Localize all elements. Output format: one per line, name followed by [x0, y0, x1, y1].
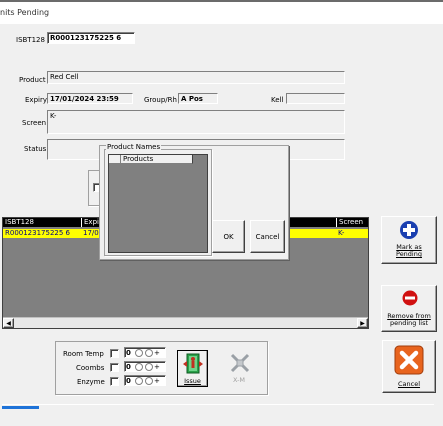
mark-pending-label-line2: Pending: [396, 250, 422, 258]
remove-pending-label: Remove from pending list: [382, 313, 436, 327]
coombs-spinner[interactable]: 0 +: [124, 361, 166, 372]
grid-cell-screen: K-: [338, 229, 345, 237]
group-field: A Pos: [178, 93, 218, 104]
isbt-label: ISBT128: [16, 36, 45, 44]
bottom-separator: [2, 404, 434, 405]
expiry-label: Expiry: [25, 96, 47, 104]
mark-as-pending-button[interactable]: Mark as Pending: [381, 216, 437, 264]
list-corner-cell: [109, 155, 121, 164]
issue-label: Issue: [184, 377, 201, 385]
enzyme-radio-1[interactable]: [135, 376, 143, 385]
product-names-list[interactable]: Products: [108, 154, 208, 253]
cancel-button[interactable]: Cancel: [382, 340, 436, 393]
coombs-label: Coombs: [76, 364, 105, 372]
kell-field: [286, 93, 345, 104]
horizontal-scrollbar[interactable]: ◀ ▶: [3, 317, 368, 328]
enzyme-checkbox[interactable]: [110, 377, 119, 386]
cancel-x-icon: [394, 345, 424, 375]
progress-bar: [2, 406, 39, 409]
dialog-cancel-button[interactable]: Cancel: [250, 220, 285, 253]
room-temp-label: Room Temp: [63, 350, 104, 358]
scroll-left-arrow-icon[interactable]: ◀: [3, 318, 14, 328]
product-label: Product: [19, 76, 46, 84]
status-label: Status: [24, 145, 47, 153]
screen-label: Screen: [22, 119, 47, 127]
expiry-field: 17/01/2024 23:59: [47, 93, 133, 104]
scroll-right-arrow-icon[interactable]: ▶: [357, 318, 368, 328]
test-options-group: Room Temp 0 + Coombs 0 + Enzyme 0 + Issu…: [55, 341, 268, 395]
issue-button[interactable]: Issue: [177, 350, 208, 387]
xm-label: X-M: [232, 376, 246, 384]
enzyme-radio-2[interactable]: [145, 376, 153, 385]
list-header-products[interactable]: Products: [121, 155, 193, 164]
room-temp-radio-2[interactable]: [145, 348, 153, 357]
coombs-plus-icon[interactable]: +: [154, 363, 160, 371]
enzyme-value: 0: [126, 376, 131, 385]
room-temp-plus-icon[interactable]: +: [154, 349, 160, 357]
title-bar: nits Pending: [0, 0, 443, 24]
coombs-value: 0: [126, 362, 131, 371]
minus-circle-icon: [402, 290, 418, 306]
enzyme-plus-icon[interactable]: +: [154, 377, 160, 385]
remove-pending-label-line2: pending list: [389, 319, 429, 327]
window-title: nits Pending: [0, 8, 50, 17]
ok-button[interactable]: OK: [212, 220, 245, 253]
issue-door-icon: [183, 353, 203, 374]
grid-cell-isbt: R000123175225 6: [5, 229, 70, 237]
room-temp-radio-1[interactable]: [135, 348, 143, 357]
product-field: Red Cell: [47, 71, 345, 84]
enzyme-spinner[interactable]: 0 +: [124, 375, 166, 386]
crossmatch-icon: [230, 353, 250, 373]
kell-label: Kell: [271, 96, 284, 104]
product-names-group-title: Product Names: [106, 143, 162, 151]
room-temp-value: 0: [126, 348, 131, 357]
coombs-radio-1[interactable]: [135, 362, 143, 371]
crossmatch-button[interactable]: X-M: [220, 350, 258, 387]
grid-header-screen: Screen: [336, 218, 363, 227]
grid-header-isbt: ISBT128: [5, 218, 34, 226]
remove-from-pending-button[interactable]: Remove from pending list: [381, 285, 437, 332]
enzyme-label: Enzyme: [77, 378, 105, 386]
mark-pending-label: Mark as Pending: [382, 244, 436, 258]
room-temp-spinner[interactable]: 0 +: [124, 347, 166, 358]
plus-circle-icon: [400, 221, 418, 239]
group-label: Group/Rh: [144, 96, 177, 104]
room-temp-checkbox[interactable]: [110, 349, 119, 358]
screen-field: K-: [47, 110, 345, 134]
product-names-dialog: Product Names Products OK Cancel: [99, 143, 289, 260]
coombs-checkbox[interactable]: [110, 363, 119, 372]
grid-cell-expiry: 17/0: [83, 229, 99, 237]
isbt-input[interactable]: R000123175225 6: [47, 32, 135, 44]
coombs-radio-2[interactable]: [145, 362, 153, 371]
cancel-label: Cancel: [397, 380, 421, 388]
